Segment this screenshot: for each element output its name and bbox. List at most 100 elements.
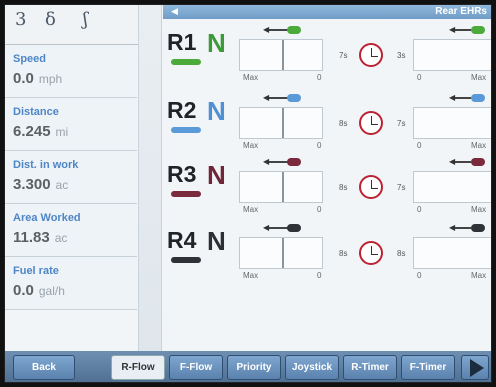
right-arrow-icon: ◀	[449, 93, 456, 102]
right-zero-label: 0	[417, 271, 422, 280]
timer[interactable]: 8s 7s	[339, 175, 413, 201]
tab-r-flow[interactable]: R-Flow	[111, 355, 165, 380]
remote-color-swatch	[171, 59, 201, 65]
timer-left-value: 8s	[339, 119, 348, 128]
clock-icon	[359, 175, 383, 199]
flow-arrow-icon: ◀	[263, 223, 270, 232]
right-flow-gauge[interactable]	[413, 39, 491, 71]
stat-value: 3.300 ac	[13, 176, 69, 193]
flow-handle[interactable]	[287, 26, 301, 34]
screen: 3 δ ʃ Speed 0.0 mph Distance 6.245 mi Dist…	[4, 4, 492, 383]
timer[interactable]: 7s 3s	[339, 43, 413, 69]
right-handle[interactable]	[471, 26, 485, 34]
remote-mode: N	[207, 226, 226, 256]
header-glyph-1: 3	[15, 9, 27, 30]
right-handle[interactable]	[471, 158, 485, 166]
flow-gauge[interactable]	[239, 39, 323, 71]
remote-mode: N	[207, 96, 226, 126]
gauge-tick	[282, 238, 284, 268]
tab-f-flow[interactable]: F-Flow	[169, 355, 223, 380]
stat-label: Speed	[13, 53, 47, 65]
gauge-zero-label: 0	[317, 141, 322, 150]
timer[interactable]: 8s 8s	[339, 241, 413, 267]
timer-right-value: 3s	[397, 51, 406, 60]
flow-handle-line	[267, 161, 289, 163]
timer-left-value: 8s	[339, 249, 348, 258]
timer-left-value: 8s	[339, 183, 348, 192]
clock-icon	[359, 241, 383, 265]
remote-name: R2	[167, 97, 197, 123]
right-arrow-icon: ◀	[449, 25, 456, 34]
stat-distance: Distance 6.245 mi	[5, 98, 137, 151]
bottom-bar: Back R-Flow F-Flow Priority Joystick R-T…	[5, 351, 491, 382]
flow-gauge[interactable]	[239, 237, 323, 269]
flow-gauge[interactable]	[239, 171, 323, 203]
header-strip: 3 δ ʃ	[5, 5, 138, 45]
right-zero-label: 0	[417, 73, 422, 82]
remote-mode: N	[207, 28, 226, 58]
gauge-zero-label: 0	[317, 205, 322, 214]
back-button[interactable]: Back	[13, 355, 75, 380]
remote-row-2: R2 N ◀ Max 0 8s 7s ◀ 0 Max	[163, 93, 491, 153]
gauge-tick	[282, 108, 284, 138]
stat-value: 6.245 mi	[13, 123, 69, 140]
title-bar: ◀ Rear EHRs	[163, 5, 491, 19]
stat-label: Dist. in work	[13, 159, 79, 171]
flow-handle[interactable]	[287, 224, 301, 232]
right-handle-line	[453, 97, 471, 99]
right-handle[interactable]	[471, 94, 485, 102]
remote-row-1: R1 N ◀ Max 0 7s 3s ◀ 0 Max	[163, 25, 491, 85]
right-zero-label: 0	[417, 141, 422, 150]
gauge-zero-label: 0	[317, 271, 322, 280]
remote-row-3: R3 N ◀ Max 0 8s 7s ◀ 0 Max	[163, 157, 491, 217]
clock-icon	[359, 43, 383, 67]
next-arrow-icon[interactable]	[461, 355, 489, 380]
stat-speed: Speed 0.0 mph	[5, 45, 137, 98]
gauge-max-label: Max	[243, 271, 259, 280]
right-handle[interactable]	[471, 224, 485, 232]
flow-handle-line	[267, 97, 289, 99]
remote-mode: N	[207, 160, 226, 190]
timer-right-value: 8s	[397, 249, 406, 258]
title-arrow-icon[interactable]: ◀	[171, 6, 178, 17]
remote-row-4: R4 N ◀ Max 0 8s 8s ◀ 0 Max	[163, 223, 491, 283]
flow-handle[interactable]	[287, 158, 301, 166]
left-panel: 3 δ ʃ Speed 0.0 mph Distance 6.245 mi Dist…	[5, 5, 163, 351]
tab-f-timer[interactable]: F-Timer	[401, 355, 455, 380]
right-max-label: Max	[471, 141, 487, 150]
right-max-label: Max	[471, 205, 487, 214]
tab-priority[interactable]: Priority	[227, 355, 281, 380]
tab-r-timer[interactable]: R-Timer	[343, 355, 397, 380]
flow-handle-line	[267, 227, 289, 229]
stat-area-worked: Area Worked 11.83 ac	[5, 204, 137, 257]
right-flow-gauge[interactable]	[413, 237, 491, 269]
clock-icon	[359, 111, 383, 135]
remote-color-swatch	[171, 127, 201, 133]
stat-dist-in-work: Dist. in work 3.300 ac	[5, 151, 137, 204]
flow-gauge[interactable]	[239, 107, 323, 139]
timer-right-value: 7s	[397, 183, 406, 192]
right-max-label: Max	[471, 271, 487, 280]
flow-arrow-icon: ◀	[263, 157, 270, 166]
gauge-max-label: Max	[243, 73, 259, 82]
tab-joystick[interactable]: Joystick	[285, 355, 339, 380]
timer-right-value: 7s	[397, 119, 406, 128]
right-zero-label: 0	[417, 205, 422, 214]
right-flow-gauge[interactable]	[413, 107, 491, 139]
stats-column: Speed 0.0 mph Distance 6.245 mi Dist. in w…	[5, 45, 137, 351]
header-glyph-3: ʃ	[83, 9, 88, 30]
flow-handle[interactable]	[287, 94, 301, 102]
gauge-tick	[282, 40, 284, 70]
remote-color-swatch	[171, 257, 201, 263]
right-flow-gauge[interactable]	[413, 171, 491, 203]
right-arrow-icon: ◀	[449, 157, 456, 166]
timer[interactable]: 8s 7s	[339, 111, 413, 137]
right-arrow-icon: ◀	[449, 223, 456, 232]
right-handle-line	[453, 29, 471, 31]
flow-handle-line	[267, 29, 289, 31]
remote-name: R1	[167, 29, 197, 55]
main-panel: ◀ Rear EHRs R1 N ◀ Max 0 7s 3s ◀ 0 Max R…	[163, 5, 491, 351]
flow-arrow-icon: ◀	[263, 93, 270, 102]
remote-name: R3	[167, 161, 197, 187]
right-max-label: Max	[471, 73, 487, 82]
